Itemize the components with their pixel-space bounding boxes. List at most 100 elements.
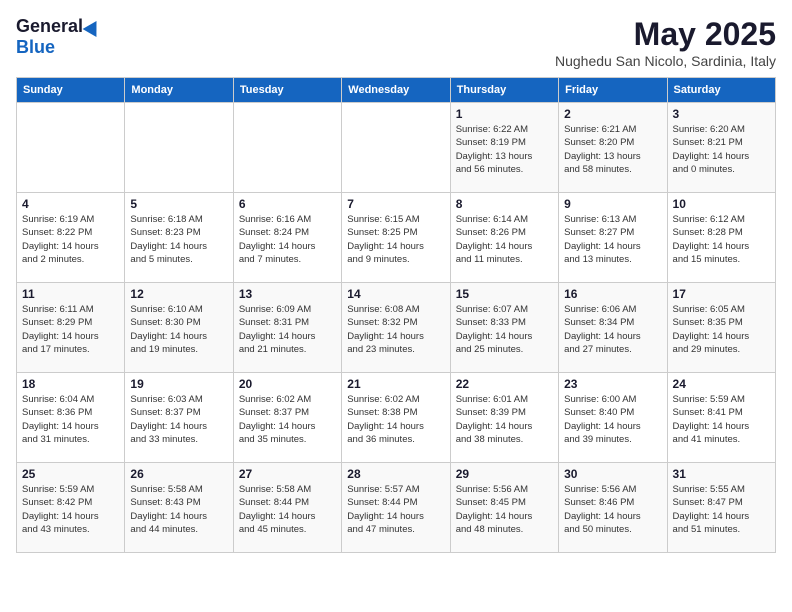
calendar-cell: 10Sunrise: 6:12 AM Sunset: 8:28 PM Dayli… — [667, 193, 775, 283]
day-info: Sunrise: 6:21 AM Sunset: 8:20 PM Dayligh… — [564, 123, 661, 176]
calendar-cell: 24Sunrise: 5:59 AM Sunset: 8:41 PM Dayli… — [667, 373, 775, 463]
calendar-cell: 5 Sunrise: 6:18 AM Sunset: 8:23 PM Daylig… — [125, 193, 233, 283]
calendar-cell — [342, 103, 450, 193]
weekday-header-sunday: Sunday — [17, 78, 125, 103]
day-info: Sunrise: 6:01 AM Sunset: 8:39 PM Dayligh… — [456, 393, 553, 446]
day-info: Sunrise: 6:13 AM Sunset: 8:27 PM Dayligh… — [564, 213, 661, 266]
calendar-week-3: 11 Sunrise: 6:11 AM Sunset: 8:29 PM Dayli… — [17, 283, 776, 373]
calendar-cell: 11 Sunrise: 6:11 AM Sunset: 8:29 PM Dayli… — [17, 283, 125, 373]
calendar-cell: 14Sunrise: 6:08 AM Sunset: 8:32 PM Dayli… — [342, 283, 450, 373]
weekday-header-monday: Monday — [125, 78, 233, 103]
day-number: 16 — [564, 287, 661, 301]
day-number: 28 — [347, 467, 444, 481]
day-number: 18 — [22, 377, 119, 391]
weekday-header-thursday: Thursday — [450, 78, 558, 103]
day-number: 22 — [456, 377, 553, 391]
day-number: 24 — [673, 377, 770, 391]
day-info: Sunrise: 5:56 AM Sunset: 8:46 PM Dayligh… — [564, 483, 661, 536]
day-number: 1 — [456, 107, 553, 121]
calendar-cell: 21 Sunrise: 6:02 AM Sunset: 8:38 PM Dayli… — [342, 373, 450, 463]
calendar-cell: 8 Sunrise: 6:14 AM Sunset: 8:26 PM Daylig… — [450, 193, 558, 283]
day-number: 20 — [239, 377, 336, 391]
calendar-cell: 19 Sunrise: 6:03 AM Sunset: 8:37 PM Dayli… — [125, 373, 233, 463]
day-number: 2 — [564, 107, 661, 121]
day-number: 9 — [564, 197, 661, 211]
weekday-header-saturday: Saturday — [667, 78, 775, 103]
calendar-body: 1 Sunrise: 6:22 AM Sunset: 8:19 PM Daylig… — [17, 103, 776, 553]
calendar-cell: 25 Sunrise: 5:59 AM Sunset: 8:42 PM Dayli… — [17, 463, 125, 553]
logo-blue-text: Blue — [16, 37, 55, 58]
calendar-cell: 9 Sunrise: 6:13 AM Sunset: 8:27 PM Daylig… — [559, 193, 667, 283]
calendar-cell — [125, 103, 233, 193]
day-info: Sunrise: 6:22 AM Sunset: 8:19 PM Dayligh… — [456, 123, 553, 176]
calendar-cell: 31 Sunrise: 5:55 AM Sunset: 8:47 PM Dayli… — [667, 463, 775, 553]
logo: General Blue — [16, 16, 101, 58]
day-info: Sunrise: 5:55 AM Sunset: 8:47 PM Dayligh… — [673, 483, 770, 536]
day-number: 11 — [22, 287, 119, 301]
logo-general-text: General — [16, 16, 83, 37]
day-number: 31 — [673, 467, 770, 481]
day-info: Sunrise: 6:05 AM Sunset: 8:35 PM Dayligh… — [673, 303, 770, 356]
calendar-cell: 30Sunrise: 5:56 AM Sunset: 8:46 PM Dayli… — [559, 463, 667, 553]
day-info: Sunrise: 6:19 AM Sunset: 8:22 PM Dayligh… — [22, 213, 119, 266]
calendar-table: SundayMondayTuesdayWednesdayThursdayFrid… — [16, 77, 776, 553]
calendar-cell: 23Sunrise: 6:00 AM Sunset: 8:40 PM Dayli… — [559, 373, 667, 463]
calendar-cell: 2 Sunrise: 6:21 AM Sunset: 8:20 PM Daylig… — [559, 103, 667, 193]
calendar-cell: 1 Sunrise: 6:22 AM Sunset: 8:19 PM Daylig… — [450, 103, 558, 193]
calendar-cell: 27 Sunrise: 5:58 AM Sunset: 8:44 PM Dayli… — [233, 463, 341, 553]
calendar-cell: 16Sunrise: 6:06 AM Sunset: 8:34 PM Dayli… — [559, 283, 667, 373]
calendar-cell: 12 Sunrise: 6:10 AM Sunset: 8:30 PM Dayli… — [125, 283, 233, 373]
day-number: 14 — [347, 287, 444, 301]
day-info: Sunrise: 6:16 AM Sunset: 8:24 PM Dayligh… — [239, 213, 336, 266]
day-info: Sunrise: 5:59 AM Sunset: 8:42 PM Dayligh… — [22, 483, 119, 536]
day-number: 10 — [673, 197, 770, 211]
logo-triangle-icon — [83, 16, 104, 36]
day-number: 7 — [347, 197, 444, 211]
calendar-cell — [17, 103, 125, 193]
calendar-cell: 28Sunrise: 5:57 AM Sunset: 8:44 PM Dayli… — [342, 463, 450, 553]
calendar-cell: 22 Sunrise: 6:01 AM Sunset: 8:39 PM Dayli… — [450, 373, 558, 463]
calendar-week-2: 4 Sunrise: 6:19 AM Sunset: 8:22 PM Daylig… — [17, 193, 776, 283]
calendar-cell: 15Sunrise: 6:07 AM Sunset: 8:33 PM Dayli… — [450, 283, 558, 373]
day-info: Sunrise: 6:20 AM Sunset: 8:21 PM Dayligh… — [673, 123, 770, 176]
day-number: 23 — [564, 377, 661, 391]
calendar-cell: 18Sunrise: 6:04 AM Sunset: 8:36 PM Dayli… — [17, 373, 125, 463]
weekday-header-tuesday: Tuesday — [233, 78, 341, 103]
day-info: Sunrise: 6:14 AM Sunset: 8:26 PM Dayligh… — [456, 213, 553, 266]
weekday-header-wednesday: Wednesday — [342, 78, 450, 103]
location-title: Nughedu San Nicolo, Sardinia, Italy — [555, 53, 776, 69]
month-title: May 2025 — [555, 16, 776, 53]
day-number: 19 — [130, 377, 227, 391]
calendar-cell: 13Sunrise: 6:09 AM Sunset: 8:31 PM Dayli… — [233, 283, 341, 373]
weekday-header-friday: Friday — [559, 78, 667, 103]
day-number: 12 — [130, 287, 227, 301]
calendar-cell — [233, 103, 341, 193]
day-number: 21 — [347, 377, 444, 391]
day-info: Sunrise: 6:18 AM Sunset: 8:23 PM Dayligh… — [130, 213, 227, 266]
day-info: Sunrise: 5:58 AM Sunset: 8:44 PM Dayligh… — [239, 483, 336, 536]
day-number: 6 — [239, 197, 336, 211]
day-number: 27 — [239, 467, 336, 481]
day-info: Sunrise: 6:03 AM Sunset: 8:37 PM Dayligh… — [130, 393, 227, 446]
day-info: Sunrise: 6:02 AM Sunset: 8:37 PM Dayligh… — [239, 393, 336, 446]
calendar-week-5: 25 Sunrise: 5:59 AM Sunset: 8:42 PM Dayli… — [17, 463, 776, 553]
day-number: 25 — [22, 467, 119, 481]
day-info: Sunrise: 6:09 AM Sunset: 8:31 PM Dayligh… — [239, 303, 336, 356]
day-info: Sunrise: 6:11 AM Sunset: 8:29 PM Dayligh… — [22, 303, 119, 356]
day-info: Sunrise: 6:02 AM Sunset: 8:38 PM Dayligh… — [347, 393, 444, 446]
title-block: May 2025 Nughedu San Nicolo, Sardinia, I… — [555, 16, 776, 69]
day-number: 15 — [456, 287, 553, 301]
calendar-cell: 4 Sunrise: 6:19 AM Sunset: 8:22 PM Daylig… — [17, 193, 125, 283]
day-number: 8 — [456, 197, 553, 211]
calendar-week-1: 1 Sunrise: 6:22 AM Sunset: 8:19 PM Daylig… — [17, 103, 776, 193]
calendar-header: SundayMondayTuesdayWednesdayThursdayFrid… — [17, 78, 776, 103]
calendar-cell: 3Sunrise: 6:20 AM Sunset: 8:21 PM Daylig… — [667, 103, 775, 193]
calendar-cell: 20 Sunrise: 6:02 AM Sunset: 8:37 PM Dayli… — [233, 373, 341, 463]
calendar-week-4: 18Sunrise: 6:04 AM Sunset: 8:36 PM Dayli… — [17, 373, 776, 463]
day-number: 5 — [130, 197, 227, 211]
weekday-row: SundayMondayTuesdayWednesdayThursdayFrid… — [17, 78, 776, 103]
calendar-cell: 6 Sunrise: 6:16 AM Sunset: 8:24 PM Daylig… — [233, 193, 341, 283]
day-info: Sunrise: 6:10 AM Sunset: 8:30 PM Dayligh… — [130, 303, 227, 356]
day-number: 4 — [22, 197, 119, 211]
page-header: General Blue May 2025 Nughedu San Nicolo… — [16, 16, 776, 69]
